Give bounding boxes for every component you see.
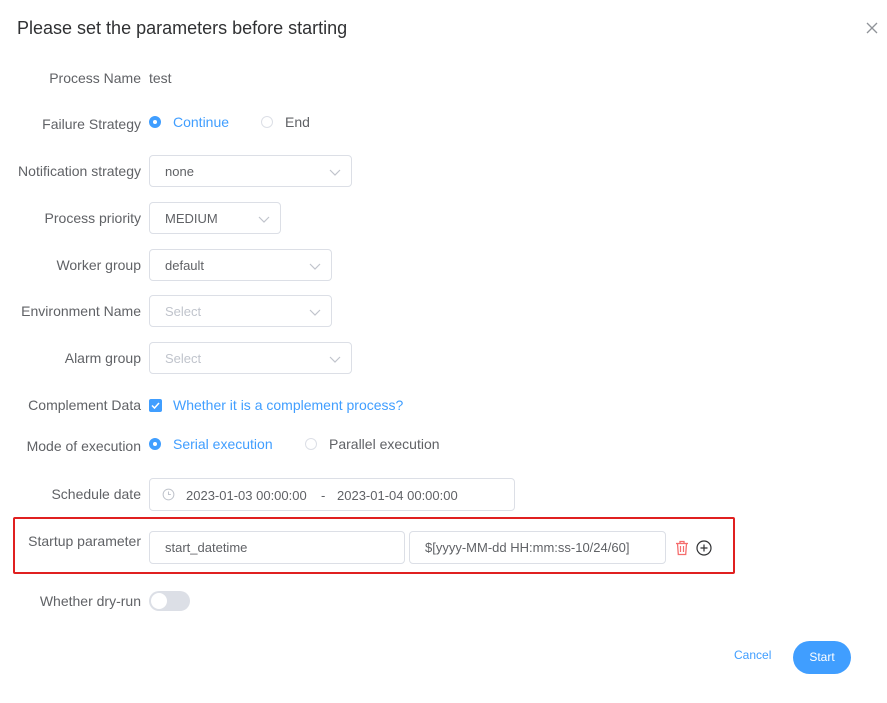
process-name-label: Process Name [49, 70, 141, 86]
startup-parameter-label: Startup parameter [28, 533, 141, 549]
failure-strategy-label: Failure Strategy [42, 116, 141, 132]
environment-name-label: Environment Name [21, 303, 141, 319]
environment-name-select[interactable]: Select [149, 295, 332, 327]
radio-label: Serial execution [173, 436, 273, 452]
chevron-down-icon [329, 356, 341, 363]
worker-group-label: Worker group [56, 257, 141, 273]
mode-of-execution-label: Mode of execution [26, 438, 141, 454]
cancel-button[interactable]: Cancel [734, 648, 771, 662]
failure-strategy-end-radio[interactable]: End [261, 114, 310, 130]
serial-execution-radio[interactable]: Serial execution [149, 436, 273, 452]
select-placeholder: Select [165, 304, 202, 319]
radio-label: Continue [173, 114, 230, 130]
startup-parameter-key-input[interactable]: start_datetime [149, 531, 405, 564]
radio-dot [305, 438, 317, 450]
alarm-group-select[interactable]: Select [149, 342, 352, 374]
dry-run-switch[interactable] [149, 591, 190, 611]
chevron-down-icon [329, 169, 341, 176]
trash-icon[interactable] [675, 540, 689, 556]
process-priority-label: Process priority [44, 210, 141, 226]
process-priority-select[interactable]: MEDIUM [149, 202, 281, 234]
radio-dot-checked [149, 438, 161, 450]
start-date: 2023-01-03 00:00:00 [186, 488, 307, 503]
plus-circle-icon[interactable] [696, 540, 712, 556]
checkbox-checked-icon [149, 398, 162, 412]
switch-knob [151, 593, 167, 609]
startup-parameter-value-input[interactable]: $[yyyy-MM-dd HH:mm:ss-10/24/60] [409, 531, 666, 564]
complement-process-checkbox[interactable]: Whether it is a complement process? [149, 397, 403, 413]
worker-group-select[interactable]: default [149, 249, 332, 281]
dialog-title: Please set the parameters before startin… [17, 18, 348, 38]
schedule-date-label: Schedule date [51, 486, 141, 502]
chevron-down-icon [309, 263, 321, 270]
notification-strategy-select[interactable]: none [149, 155, 352, 187]
radio-dot-checked [149, 116, 161, 128]
close-icon[interactable] [864, 20, 880, 36]
select-placeholder: Select [165, 351, 202, 366]
schedule-date-range-picker[interactable]: 2023-01-03 00:00:00 - 2023-01-04 00:00:0… [149, 478, 515, 511]
select-value: none [165, 164, 194, 179]
alarm-group-label: Alarm group [64, 350, 141, 366]
select-value: default [165, 258, 205, 273]
select-value: MEDIUM [165, 211, 218, 226]
parallel-execution-radio[interactable]: Parallel execution [305, 436, 440, 452]
complement-data-label: Complement Data [28, 397, 141, 413]
process-name-value: test [149, 70, 172, 86]
radio-dot [261, 116, 273, 128]
chevron-down-icon [258, 216, 270, 223]
failure-strategy-continue-radio[interactable]: Continue [149, 114, 229, 130]
checkbox-label: Whether it is a complement process? [173, 397, 404, 413]
dry-run-label: Whether dry-run [39, 593, 141, 609]
date-separator: - [321, 488, 326, 503]
notification-strategy-label: Notification strategy [18, 163, 141, 179]
radio-label: End [285, 114, 310, 130]
radio-label: Parallel execution [329, 436, 440, 452]
start-button[interactable]: Start [793, 641, 851, 674]
end-date: 2023-01-04 00:00:00 [337, 488, 458, 503]
chevron-down-icon [309, 309, 321, 316]
clock-icon [162, 488, 175, 501]
